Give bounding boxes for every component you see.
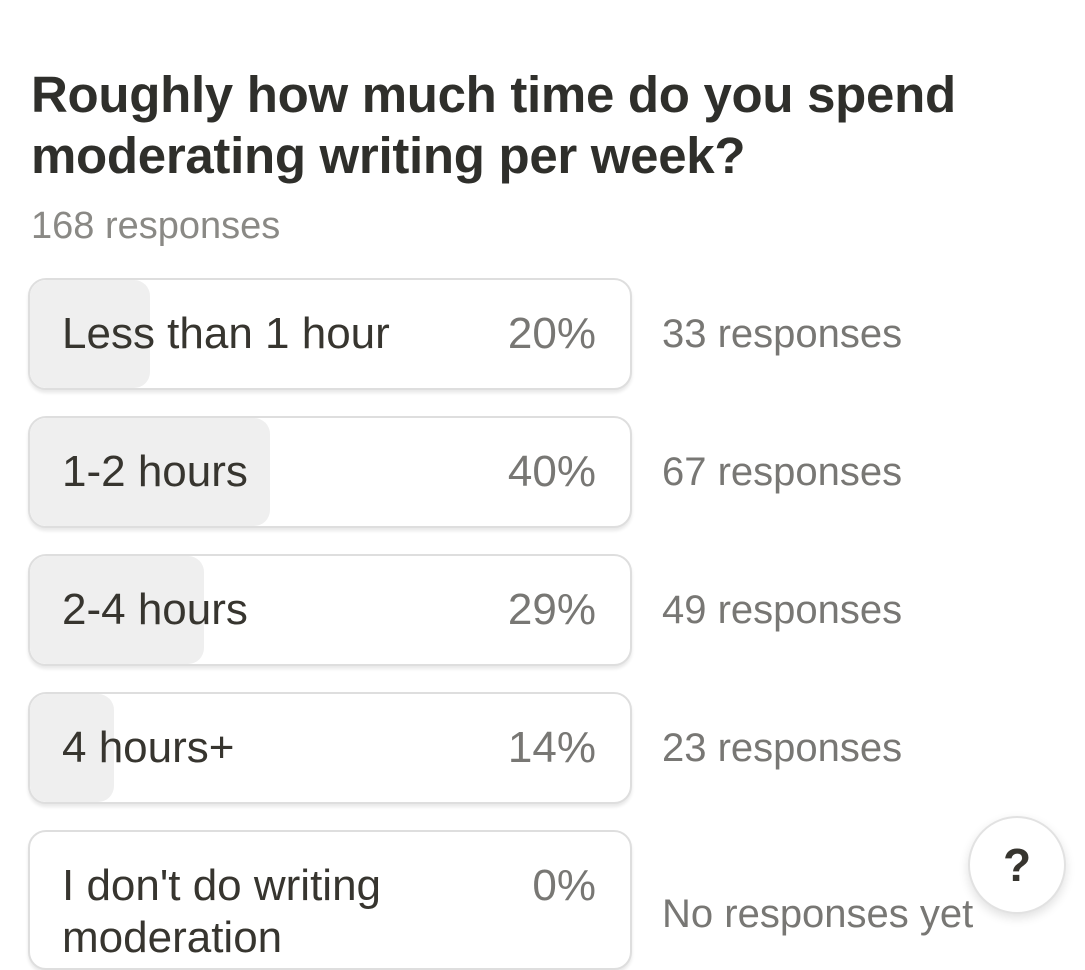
option-percent: 0%	[532, 861, 596, 910]
option-percent: 14%	[507, 723, 596, 772]
option-response-count: 33 responses	[662, 312, 903, 356]
option-label: 4 hours+	[62, 723, 235, 772]
option-response-count: 49 responses	[662, 588, 903, 632]
option-label: Less than 1 hour	[62, 309, 390, 358]
option-response-count: 23 responses	[662, 726, 903, 770]
option-percent: 20%	[507, 309, 596, 358]
poll-option-4-hours-plus[interactable]: 4 hours+ 14%	[28, 692, 632, 804]
question-mark-icon[interactable]: ?	[968, 816, 1066, 914]
poll-question: Roughly how much time do you spend moder…	[31, 66, 956, 184]
total-responses: 168 responses	[31, 205, 281, 247]
poll-option-no-moderation[interactable]: I don't do writing moderation 0%	[28, 830, 632, 970]
option-label: 1-2 hours	[62, 447, 248, 496]
option-label: 2-4 hours	[62, 585, 248, 634]
poll-option-less-than-1-hour[interactable]: Less than 1 hour 20%	[28, 278, 632, 390]
option-label: I don't do writing moderation	[62, 861, 382, 962]
option-response-count: No responses yet	[662, 892, 974, 936]
poll-option-1-2-hours[interactable]: 1-2 hours 40%	[28, 416, 632, 528]
option-response-count: 67 responses	[662, 450, 903, 494]
option-percent: 40%	[507, 447, 596, 496]
option-percent: 29%	[507, 585, 596, 634]
poll-option-2-4-hours[interactable]: 2-4 hours 29%	[28, 554, 632, 666]
